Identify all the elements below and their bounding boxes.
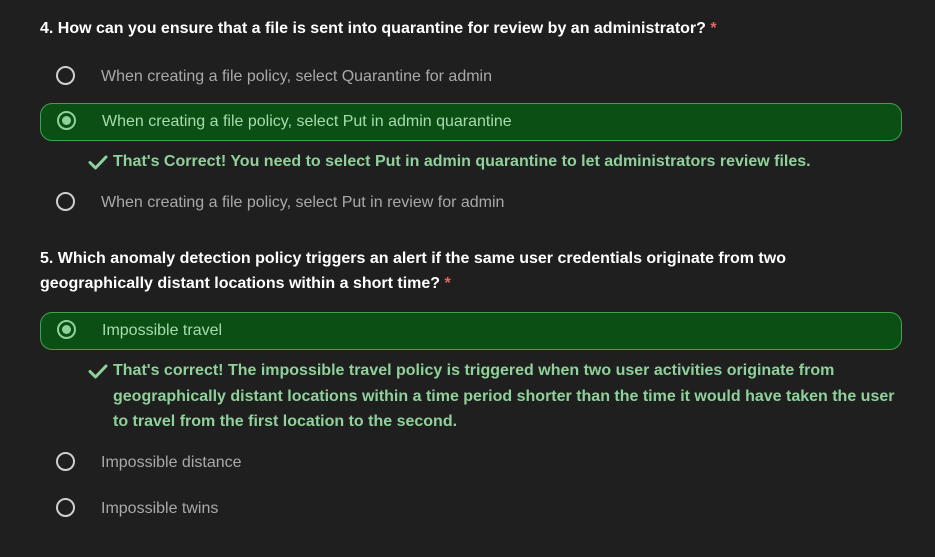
check-icon [88,364,108,379]
required-mark: * [710,20,717,37]
radio-selected-dot [62,116,71,125]
q5-option-2[interactable]: Impossible distance [40,444,902,482]
option-label: Impossible travel [102,322,223,339]
quiz-page: 4. How can you ensure that a file is sen… [0,0,935,557]
radio-circle-icon[interactable] [56,66,75,85]
q4-option-3[interactable]: When creating a file policy, select Put … [40,184,902,222]
question-4-text: 4. How can you ensure that a file is sen… [40,20,706,37]
q4-option-1[interactable]: When creating a file policy, select Quar… [40,58,902,96]
feedback-text: That's Correct! You need to select Put i… [113,153,811,170]
q5-feedback: That's correct! The impossible travel po… [88,358,903,435]
q5-option-1[interactable]: Impossible travel [40,312,902,350]
check-icon [88,155,108,170]
question-5-title: 5. Which anomaly detection policy trigge… [40,246,900,296]
radio-selected-dot [62,325,71,334]
question-4-title: 4. How can you ensure that a file is sen… [40,16,900,41]
option-label: When creating a file policy, select Put … [102,113,512,130]
option-label: Impossible distance [101,454,242,471]
q5-option-3[interactable]: Impossible twins [40,490,902,528]
q4-feedback: That's Correct! You need to select Put i… [88,149,811,175]
option-label: When creating a file policy, select Put … [101,194,505,211]
question-5-text: 5. Which anomaly detection policy trigge… [40,250,786,292]
required-mark: * [444,275,451,292]
radio-circle-icon[interactable] [56,452,75,471]
question-5: 5. Which anomaly detection policy trigge… [40,246,900,296]
feedback-text: That's correct! The impossible travel po… [113,362,895,430]
q4-option-2[interactable]: When creating a file policy, select Put … [40,103,902,141]
option-label: When creating a file policy, select Quar… [101,68,493,85]
radio-circle-icon[interactable] [57,111,76,130]
option-label: Impossible twins [101,500,219,517]
radio-circle-icon[interactable] [56,192,75,211]
radio-circle-icon[interactable] [56,498,75,517]
question-4: 4. How can you ensure that a file is sen… [40,16,900,41]
radio-circle-icon[interactable] [57,320,76,339]
